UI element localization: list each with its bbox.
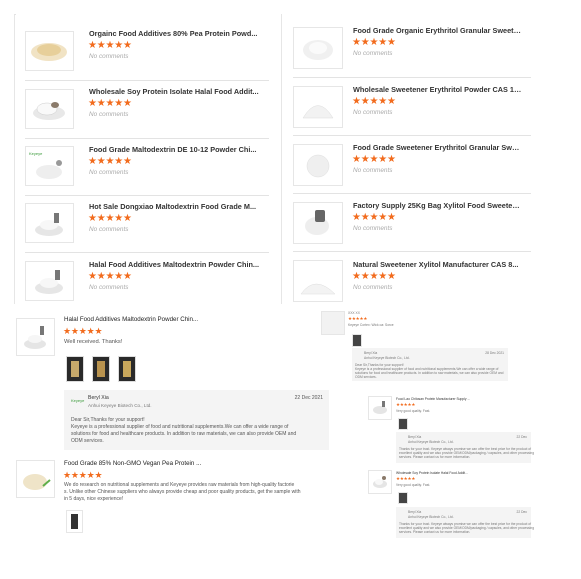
star-icon: ★★★★★ — [396, 476, 416, 481]
review-photo[interactable] — [92, 356, 110, 382]
review-photo[interactable] — [118, 356, 136, 382]
no-comments-label: No comments — [353, 284, 393, 291]
mini-review-photo[interactable] — [352, 334, 362, 347]
review-photo[interactable] — [66, 510, 83, 533]
seller-company: Anhui Keyeye Biotech Co., Ltd. — [364, 356, 410, 360]
product-thumbnail[interactable] — [293, 202, 343, 244]
product-thumbnail[interactable] — [25, 31, 74, 71]
no-comments-label: No comments — [89, 226, 129, 233]
no-comments-label: No comments — [353, 167, 393, 174]
review-text: s. Unlike other Chinese suppliers who al… — [64, 489, 301, 495]
star-icon: ★★★★★ — [352, 212, 396, 223]
review-text: We do research on nutritional supplement… — [64, 482, 295, 488]
star-icon: ★★★★★ — [88, 40, 132, 51]
seller-name: Beryl Xia — [408, 510, 422, 514]
reply-date: 22 Dec 2021 — [294, 395, 323, 401]
product-title[interactable]: Natural Sweetener Xylitol Manufacturer C… — [353, 260, 523, 269]
seller-name: Beryl Xia — [88, 395, 109, 401]
seller-name: Beryl Xia — [408, 435, 422, 439]
product-title[interactable]: Food Grade Organic Erythritol Granular S… — [353, 26, 523, 35]
star-icon: ★★★★★ — [352, 271, 396, 282]
product-title[interactable]: Food Grade Maltodextrin DE 10-12 Powder … — [89, 145, 264, 154]
no-comments-label: No comments — [89, 169, 129, 176]
reply-text: solutions for food and healthcare produc… — [71, 431, 297, 437]
reply-greeting: Dear Sir,Thanks for your support! — [71, 417, 145, 423]
reply-date: 22 Dec — [516, 510, 527, 514]
star-icon: ★★★★★ — [63, 326, 103, 336]
product-thumbnail[interactable] — [25, 261, 74, 301]
product-title[interactable]: Wholesale Soy Protein Isolate Halal Food… — [89, 87, 264, 96]
product-title[interactable]: Food Grade Sweetener Erythritol Granular… — [353, 143, 523, 152]
reply-date: 28 Dec 2021 — [485, 351, 504, 355]
reply-text: ODM services. — [355, 375, 377, 379]
star-icon: ★★★★★ — [352, 37, 396, 48]
no-comments-label: No comments — [353, 109, 393, 116]
reply-date: 22 Dec — [516, 435, 527, 439]
product-title[interactable]: Factory Supply 25Kg Bag Xylitol Food Swe… — [353, 201, 523, 210]
mini-review-thumbnail[interactable] — [368, 470, 392, 494]
seller-logo-icon: Keyeye — [71, 398, 85, 403]
reply-text: solutions for food and healthcare produc… — [355, 371, 504, 375]
mini-review-text: Very good quality. Fast. — [396, 483, 431, 487]
product-thumbnail[interactable] — [293, 260, 343, 302]
seller-reply: Keyeye Beryl Xia Anhui Keyeye Biotech Co… — [64, 390, 329, 450]
mini-review-title: Wholesale Soy Protein Isolate Halal Food… — [396, 471, 468, 475]
review-photo[interactable] — [66, 356, 84, 382]
mini-review-title: Food Lao Chitosan Protein Manufacturer S… — [396, 397, 471, 401]
no-comments-label: No comments — [353, 225, 393, 232]
seller-name: Beryl Xia — [364, 351, 378, 355]
product-title[interactable]: Wholesale Sweetener Erythritol Powder CA… — [353, 85, 523, 94]
seller-company: Anhui Keyeye Biotech Co., Ltd. — [408, 440, 454, 444]
svg-text:Keyeye: Keyeye — [29, 151, 43, 156]
star-icon: ★★★★★ — [63, 470, 103, 480]
reply-text: Keyeye is a professional supplier of foo… — [71, 424, 289, 430]
product-thumbnail[interactable] — [25, 203, 74, 243]
review-text: Well received. Thanks! — [64, 339, 123, 345]
product-thumbnail[interactable]: Keyeye — [25, 146, 74, 186]
reply-text: services. Please contact us for more inf… — [399, 530, 471, 534]
seller-company: Anhui Keyeye Biotech Co., Ltd. — [408, 515, 454, 519]
no-comments-label: No comments — [353, 50, 393, 57]
mini-review-photo[interactable] — [398, 418, 408, 430]
star-icon: ★★★★★ — [88, 271, 132, 282]
review-product-title[interactable]: Halal Food Additives Maltodextrin Powder… — [64, 316, 214, 323]
mini-review-thumbnail[interactable] — [368, 396, 392, 420]
star-icon: ★★★★★ — [88, 98, 132, 109]
product-thumbnail[interactable] — [293, 27, 343, 69]
mini-review-thumbnail[interactable] — [321, 311, 345, 335]
no-comments-label: No comments — [89, 111, 129, 118]
review-product-title[interactable]: Food Grade 85% Non-GMO Vegan Pea Protein… — [64, 460, 214, 467]
no-comments-label: No comments — [89, 53, 129, 60]
review-product-thumbnail[interactable] — [16, 460, 55, 498]
product-thumbnail[interactable] — [25, 89, 74, 129]
product-thumbnail[interactable] — [293, 144, 343, 186]
product-thumbnail[interactable] — [293, 86, 343, 128]
mini-review-text: Keyeye Cortex: Wick oa: Sorce — [348, 323, 394, 327]
star-icon: ★★★★★ — [88, 213, 132, 224]
star-icon: ★★★★★ — [352, 154, 396, 165]
star-icon: ★★★★★ — [352, 96, 396, 107]
seller-company: Anhui Keyeye Biotech Co., Ltd. — [88, 403, 152, 408]
review-product-thumbnail[interactable] — [16, 318, 55, 356]
product-title[interactable]: Halal Food Additives Maltodextrin Powder… — [89, 260, 264, 269]
star-icon: ★★★★★ — [88, 156, 132, 167]
mini-review-title: XXX XX — [348, 311, 360, 315]
product-title[interactable]: Orgainc Food Additives 80% Pea Protein P… — [89, 29, 264, 38]
no-comments-label: No comments — [89, 284, 129, 291]
product-title[interactable]: Hot Sale Dongxiao Maltodextrin Food Grad… — [89, 202, 264, 211]
review-text: in 5 days, nice experience! — [64, 496, 124, 502]
seller-reply: Beryl Xia Anhui Keyeye Biotech Co., Ltd.… — [396, 432, 534, 463]
seller-reply: Beryl Xia Anhui Keyeye Biotech Co., Ltd.… — [396, 507, 534, 538]
seller-reply: Beryl Xia Anhui Keyeye Biotech Co., Ltd.… — [352, 348, 508, 381]
reply-text: services. Please contact us for more inf… — [399, 455, 471, 459]
star-icon: ★★★★★ — [396, 402, 416, 407]
star-icon: ★★★★★ — [348, 316, 368, 321]
mini-review-photo[interactable] — [398, 492, 408, 504]
mini-review-text: Very good quality. Fast. — [396, 409, 431, 413]
reply-text: ODM services. — [71, 438, 104, 444]
